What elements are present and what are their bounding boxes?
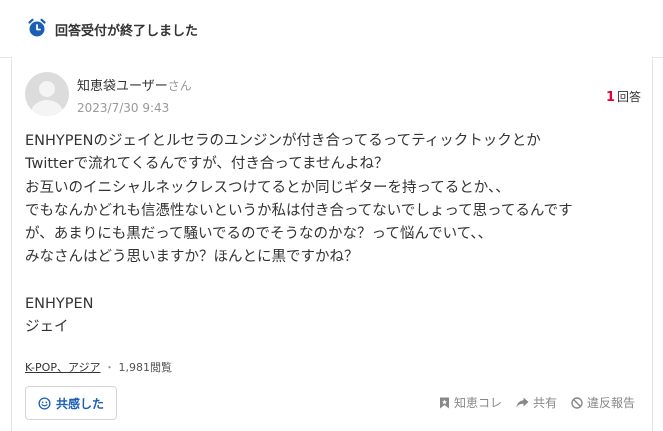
question-line: ENHYPEN xyxy=(25,296,94,313)
prohibited-icon xyxy=(571,396,583,409)
user-honorific: さん xyxy=(167,79,192,93)
closed-banner: 回答受付が終了しました xyxy=(0,0,663,58)
user-name[interactable]: 知恵袋ユーザーさん xyxy=(77,75,192,94)
bookmark-button[interactable]: 知恵コレ xyxy=(439,394,502,411)
answer-count[interactable]: 1 回答 xyxy=(606,88,641,105)
banner-title: 回答受付が終了しました xyxy=(55,24,199,39)
bookmark-label: 知恵コレ xyxy=(453,396,502,410)
category-link[interactable]: K-POP、アジア xyxy=(25,361,101,374)
report-button[interactable]: 違反報告 xyxy=(571,394,635,411)
question-line: が、あまりにも黒だって騒いでるのでそうなのかな？って悩んでいて、、 xyxy=(25,226,493,243)
question-actions: 知恵コレ 共有 違反報告 xyxy=(439,394,635,411)
alarm-clock-icon xyxy=(28,18,46,37)
smile-icon xyxy=(38,396,51,410)
user-name-text: 知恵袋ユーザー xyxy=(77,79,168,94)
question-body: ENHYPENのジェイとルセラのユンジンが付き合ってるってティックトックとか T… xyxy=(25,130,641,340)
question-line: みなさんはどう思いますか？ほんとに黒ですかね？ xyxy=(25,249,359,266)
avatar[interactable] xyxy=(25,72,69,116)
post-date: 2023/7/30 9:43 xyxy=(77,101,170,115)
avatar-body xyxy=(31,100,63,116)
question-line: ENHYPENのジェイとルセラのユンジンが付き合ってるってティックトックとか xyxy=(25,133,541,149)
share-button[interactable]: 共有 xyxy=(516,394,557,411)
empathy-label: 共感した xyxy=(55,396,104,411)
question-line: Twitterで流れてくるんですが、付き合ってませんよね？ xyxy=(25,156,389,173)
bookmark-icon xyxy=(439,397,449,408)
question-line: ジェイ xyxy=(25,319,69,336)
question-line: お互いのイニシャルネックレスつけてるとか同じギターを持ってるとか、、 xyxy=(25,179,510,196)
share-arrow-icon xyxy=(516,397,529,408)
answer-count-number: 1 xyxy=(605,90,615,105)
empathy-button[interactable]: 共感した xyxy=(25,386,117,420)
report-label: 違反報告 xyxy=(586,396,635,410)
meta-separator: ・ xyxy=(104,361,116,374)
answer-count-label: 回答 xyxy=(616,90,641,104)
question-line: でもなんかどれも信憑性ないというか私は付き合ってないでしょって思ってるんです xyxy=(25,202,573,219)
share-label: 共有 xyxy=(532,396,557,410)
question-meta: K-POP、アジア ・ 1,981閲覧 xyxy=(25,359,172,375)
avatar-head xyxy=(39,81,55,97)
view-count: 1,981閲覧 xyxy=(118,361,173,374)
question-line xyxy=(25,270,641,293)
